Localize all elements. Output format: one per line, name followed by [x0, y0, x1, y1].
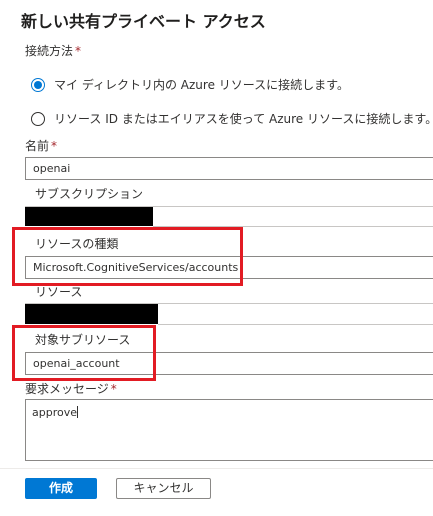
- radio-option-resource-id[interactable]: リソース ID またはエイリアスを使って Azure リソースに接続します。: [31, 110, 433, 127]
- subscription-label: サブスクリプション: [35, 187, 144, 201]
- resource-label: リソース: [35, 285, 83, 299]
- page-title: 新しい共有プライベート アクセス: [21, 12, 266, 31]
- request-message-textarea[interactable]: approve: [25, 399, 433, 461]
- resource-type-highlight-box: [12, 227, 243, 286]
- required-mark: *: [51, 139, 58, 153]
- name-label-text: 名前: [25, 139, 50, 153]
- radio-option-my-directory-label: マイ ディレクトリ内の Azure リソースに接続します。: [54, 78, 349, 92]
- connection-method-label: 接続方法 *: [25, 42, 81, 59]
- name-label: 名前 *: [25, 137, 57, 154]
- name-input[interactable]: openai: [25, 157, 433, 180]
- footer-separator: [0, 468, 433, 469]
- required-mark: *: [75, 44, 82, 58]
- radio-selected-icon[interactable]: [31, 77, 45, 92]
- resource-field-border-bottom: [158, 324, 433, 325]
- create-button[interactable]: 作成: [25, 478, 97, 499]
- radio-unselected-icon[interactable]: [31, 111, 45, 126]
- connection-method-label-text: 接続方法: [25, 44, 74, 58]
- subscription-redaction: [25, 207, 153, 226]
- request-message-label-text: 要求メッセージ: [25, 382, 109, 396]
- resource-redaction: [25, 304, 158, 324]
- radio-option-resource-id-label: リソース ID またはエイリアスを使って Azure リソースに接続します。: [54, 112, 433, 126]
- request-message-label: 要求メッセージ *: [25, 380, 117, 397]
- target-subresource-highlight-box: [12, 325, 156, 381]
- radio-option-my-directory[interactable]: マイ ディレクトリ内の Azure リソースに接続します。: [31, 76, 349, 93]
- request-message-value: approve: [32, 406, 77, 419]
- text-caret: [77, 406, 78, 418]
- cancel-button[interactable]: キャンセル: [116, 478, 211, 499]
- required-mark: *: [110, 382, 117, 396]
